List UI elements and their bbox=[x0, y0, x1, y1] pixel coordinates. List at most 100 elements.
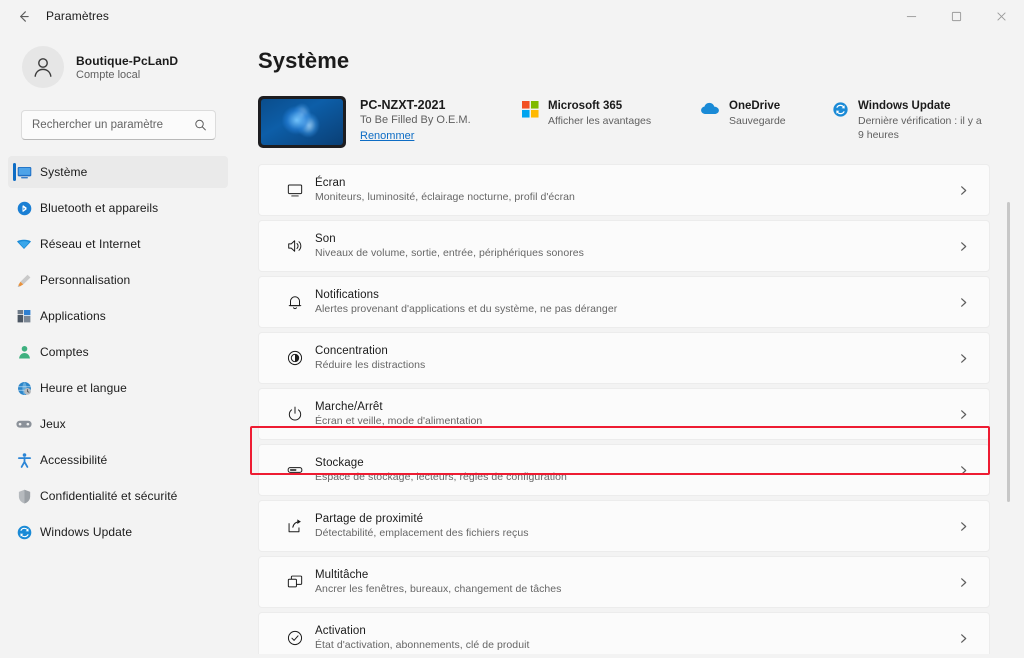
paintbrush-icon bbox=[8, 272, 40, 289]
apps-icon bbox=[8, 308, 40, 324]
monitor-outline-icon bbox=[275, 181, 315, 199]
row-subtitle: Ancrer les fenêtres, bureaux, changement… bbox=[315, 583, 951, 595]
search-box[interactable] bbox=[21, 110, 216, 140]
sidebar-item-applications[interactable]: Applications bbox=[8, 300, 228, 332]
status-item-microsoft-365[interactable]: Microsoft 365 Afficher les avantages bbox=[522, 100, 672, 142]
sidebar-item-comptes[interactable]: Comptes bbox=[8, 336, 228, 368]
settings-row-son[interactable]: Son Niveaux de volume, sortie, entrée, p… bbox=[258, 220, 990, 272]
power-icon bbox=[275, 405, 315, 423]
row-subtitle: État d'activation, abonnements, clé de p… bbox=[315, 639, 951, 651]
row-title: Partage de proximité bbox=[315, 513, 951, 525]
chevron-right-icon[interactable] bbox=[951, 241, 975, 252]
row-text: Activation État d'activation, abonnement… bbox=[315, 625, 951, 651]
account-text: Boutique-PcLanD Compte local bbox=[76, 54, 178, 81]
chevron-right-icon[interactable] bbox=[951, 353, 975, 364]
row-text: Écran Moniteurs, luminosité, éclairage n… bbox=[315, 177, 951, 203]
sidebar-item-label: Heure et langue bbox=[40, 381, 127, 395]
settings-row-marche-arret[interactable]: Marche/Arrêt Écran et veille, mode d'ali… bbox=[258, 388, 990, 440]
scrollbar-thumb[interactable] bbox=[1007, 202, 1010, 502]
back-button[interactable] bbox=[6, 1, 40, 31]
settings-row-multitache[interactable]: Multitâche Ancrer les fenêtres, bureaux,… bbox=[258, 556, 990, 608]
row-text: Stockage Espace de stockage, lecteurs, r… bbox=[315, 457, 951, 483]
storage-drive-icon bbox=[275, 461, 315, 479]
close-button[interactable] bbox=[979, 0, 1024, 32]
window-title: Paramètres bbox=[46, 9, 109, 23]
device-info: PC-NZXT-2021 To Be Filled By O.E.M. Reno… bbox=[360, 96, 471, 142]
search-wrapper bbox=[0, 98, 236, 140]
row-subtitle: Écran et veille, mode d'alimentation bbox=[315, 415, 951, 427]
sidebar-item-label: Windows Update bbox=[40, 525, 132, 539]
sidebar-item-confidentialite[interactable]: Confidentialité et sécurité bbox=[8, 480, 228, 512]
chevron-right-icon[interactable] bbox=[951, 297, 975, 308]
row-subtitle: Espace de stockage, lecteurs, règles de … bbox=[315, 471, 951, 483]
settings-row-activation[interactable]: Activation État d'activation, abonnement… bbox=[258, 612, 990, 654]
status-title: Windows Update bbox=[858, 100, 984, 112]
settings-window: Paramètres bbox=[0, 0, 1024, 658]
chevron-right-icon[interactable] bbox=[951, 185, 975, 196]
device-card: PC-NZXT-2021 To Be Filled By O.E.M. Reno… bbox=[258, 96, 522, 148]
sidebar-item-label: Accessibilité bbox=[40, 453, 107, 467]
row-text: Marche/Arrêt Écran et veille, mode d'ali… bbox=[315, 401, 951, 427]
bell-icon bbox=[275, 293, 315, 311]
sidebar-item-bluetooth[interactable]: Bluetooth et appareils bbox=[8, 192, 228, 224]
avatar bbox=[22, 46, 64, 88]
sidebar-item-label: Bluetooth et appareils bbox=[40, 201, 158, 215]
minimize-button[interactable] bbox=[889, 0, 934, 32]
row-subtitle: Détectabilité, emplacement des fichiers … bbox=[315, 527, 951, 539]
maximize-button[interactable] bbox=[934, 0, 979, 32]
sidebar: Boutique-PcLanD Compte local bbox=[0, 32, 236, 658]
chevron-right-icon[interactable] bbox=[951, 409, 975, 420]
chevron-right-icon[interactable] bbox=[951, 577, 975, 588]
sidebar-item-systeme[interactable]: Système bbox=[8, 156, 228, 188]
monitor-icon bbox=[8, 164, 40, 181]
status-group: Microsoft 365 Afficher les avantages One… bbox=[522, 96, 984, 142]
status-text: Windows Update Dernière vérification : i… bbox=[858, 100, 984, 142]
sidebar-nav: Système Bluetooth et appareils bbox=[0, 156, 236, 548]
chevron-right-icon[interactable] bbox=[951, 521, 975, 532]
account-block[interactable]: Boutique-PcLanD Compte local bbox=[0, 36, 236, 98]
page-title: Système bbox=[258, 48, 1024, 74]
row-subtitle: Réduire les distractions bbox=[315, 359, 951, 371]
sidebar-item-reseau[interactable]: Réseau et Internet bbox=[8, 228, 228, 260]
status-item-windows-update[interactable]: Windows Update Dernière vérification : i… bbox=[832, 100, 984, 142]
sidebar-item-accessibilite[interactable]: Accessibilité bbox=[8, 444, 228, 476]
sidebar-item-label: Applications bbox=[40, 309, 106, 323]
monitor-wallpaper-thumbnail bbox=[258, 96, 346, 148]
rename-link[interactable]: Renommer bbox=[360, 130, 471, 142]
sidebar-item-heure-langue[interactable]: Heure et langue bbox=[8, 372, 228, 404]
status-subtitle: Afficher les avantages bbox=[548, 114, 651, 128]
bluetooth-icon bbox=[8, 200, 40, 217]
window-controls bbox=[889, 0, 1024, 32]
settings-row-partage-proximite[interactable]: Partage de proximité Détectabilité, empl… bbox=[258, 500, 990, 552]
row-text: Son Niveaux de volume, sortie, entrée, p… bbox=[315, 233, 951, 259]
status-title: Microsoft 365 bbox=[548, 100, 651, 112]
settings-row-stockage[interactable]: Stockage Espace de stockage, lecteurs, r… bbox=[258, 444, 990, 496]
sidebar-item-jeux[interactable]: Jeux bbox=[8, 408, 228, 440]
sidebar-item-label: Système bbox=[40, 165, 87, 179]
scrollbar[interactable] bbox=[1007, 202, 1010, 658]
settings-row-concentration[interactable]: Concentration Réduire les distractions bbox=[258, 332, 990, 384]
row-title: Marche/Arrêt bbox=[315, 401, 951, 413]
sidebar-item-personnalisation[interactable]: Personnalisation bbox=[8, 264, 228, 296]
windows-update-icon bbox=[832, 100, 849, 123]
row-title: Écran bbox=[315, 177, 951, 189]
sidebar-item-label: Jeux bbox=[40, 417, 66, 431]
chevron-right-icon[interactable] bbox=[951, 633, 975, 644]
gamepad-icon bbox=[8, 415, 40, 433]
sidebar-item-label: Réseau et Internet bbox=[40, 237, 141, 251]
speaker-icon bbox=[275, 237, 315, 255]
sidebar-item-label: Confidentialité et sécurité bbox=[40, 489, 177, 503]
status-item-onedrive[interactable]: OneDrive Sauvegarde bbox=[700, 100, 804, 142]
focus-icon bbox=[275, 349, 315, 367]
settings-row-ecran[interactable]: Écran Moniteurs, luminosité, éclairage n… bbox=[258, 164, 990, 216]
sidebar-item-windows-update[interactable]: Windows Update bbox=[8, 516, 228, 548]
search-input[interactable] bbox=[22, 119, 215, 131]
main-content: Système PC-NZXT-2021 To Be Filled By O.E… bbox=[236, 32, 1024, 658]
search-icon bbox=[194, 119, 207, 132]
settings-row-notifications[interactable]: Notifications Alertes provenant d'applic… bbox=[258, 276, 990, 328]
row-title: Concentration bbox=[315, 345, 951, 357]
row-title: Notifications bbox=[315, 289, 951, 301]
chevron-right-icon[interactable] bbox=[951, 465, 975, 476]
row-subtitle: Niveaux de volume, sortie, entrée, périp… bbox=[315, 247, 951, 259]
accessibility-icon bbox=[8, 452, 40, 469]
